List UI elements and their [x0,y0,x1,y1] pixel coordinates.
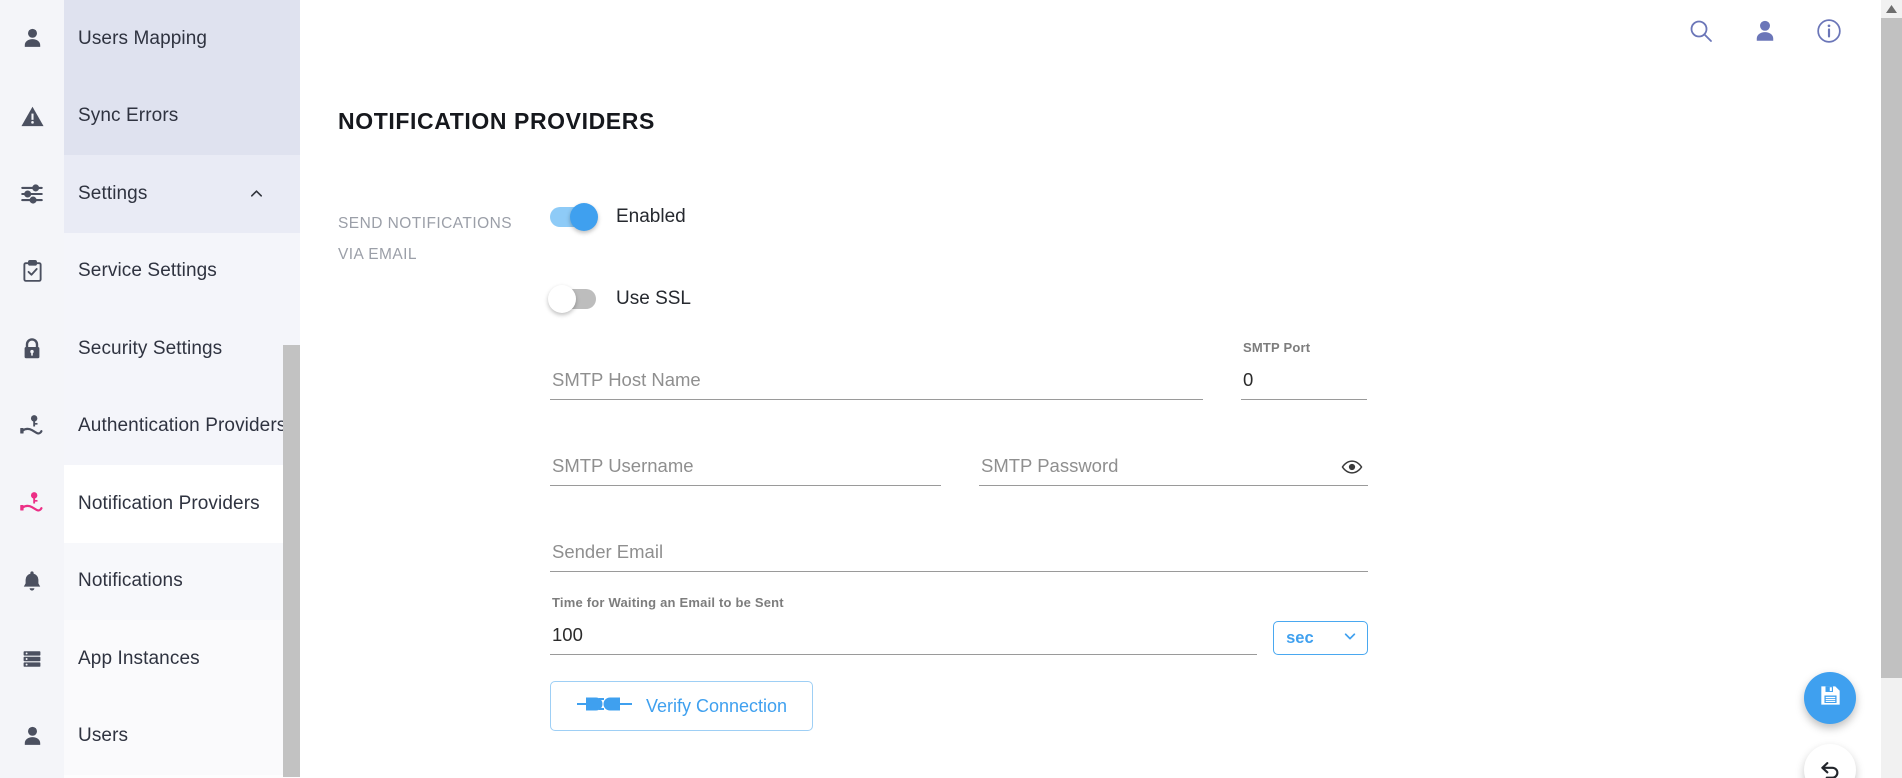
sidebar-item-label: Users Mapping [78,27,208,49]
enabled-toggle[interactable] [550,203,598,231]
sender-email-field[interactable]: Sender Email [550,532,1368,572]
sidebar-item-security-settings[interactable]: Security Settings [0,310,300,388]
smtp-port-label: SMTP Port [1243,340,1311,355]
sidebar-nav: Users Mapping Sync Errors Settings Servi… [0,0,300,775]
undo-fab[interactable] [1804,744,1856,778]
chevron-up-icon[interactable] [248,186,264,202]
server-icon [0,647,64,671]
time-unit-value: sec [1286,628,1314,647]
wait-time-field[interactable]: Time for Waiting an Email to be Sent 100 [550,595,1258,655]
clipboard-check-icon [0,259,64,284]
toggle-knob [548,285,576,313]
search-icon[interactable] [1686,16,1716,46]
wait-time-label: Time for Waiting an Email to be Sent [552,595,784,610]
main-content: NOTIFICATION PROVIDERS SEND NOTIFICATION… [300,0,1902,778]
sidebar-item-label: Users [78,725,129,747]
scroll-up-arrow-icon[interactable] [1881,0,1902,18]
sender-email-row: Sender Email [550,532,1368,572]
toggle-knob [570,203,598,231]
bell-icon [0,569,64,593]
lock-icon [0,337,64,361]
sidebar-item-label: Settings [78,182,148,204]
smtp-credentials-row: SMTP Username SMTP Password [550,446,1368,486]
verify-connection-label: Verify Connection [645,695,788,716]
sidebar-item-label: App Instances [78,647,200,669]
plug-connection-icon [576,693,638,720]
verify-connection-button[interactable]: Verify Connection [550,681,813,731]
user-account-icon[interactable] [1750,16,1780,46]
sidebar-item-label: Notification Providers [78,492,260,514]
use-ssl-toggle-label: Use SSL [616,288,691,309]
hand-bell-icon [0,490,64,517]
wait-time-value: 100 [552,624,583,645]
smtp-host-input[interactable] [550,360,1203,399]
sidebar-item-sync-errors[interactable]: Sync Errors [0,77,300,155]
sidebar-item-label: Sync Errors [78,105,179,127]
form-fields: Enabled Use SSL SMTP Host Name SMTP Port… [548,196,1368,731]
sidebar-item-label: Notifications [78,570,183,592]
user-icon [0,26,64,51]
sidebar: Users Mapping Sync Errors Settings Servi… [0,0,300,778]
smtp-port-field[interactable]: SMTP Port 0 [1241,340,1367,400]
sidebar-item-settings[interactable]: Settings [0,155,300,233]
sidebar-item-notification-providers[interactable]: Notification Providers [0,465,300,543]
floppy-disk-icon [1818,683,1843,713]
smtp-username-field[interactable]: SMTP Username [550,446,941,486]
sliders-icon [0,181,64,207]
smtp-username-input[interactable] [550,446,941,485]
sidebar-item-label: Authentication Providers [78,415,287,437]
eye-icon[interactable] [1340,455,1364,479]
undo-arrow-icon [1817,755,1843,778]
user-icon [0,724,64,749]
sidebar-item-notifications[interactable]: Notifications [0,542,300,620]
enabled-toggle-label: Enabled [616,206,686,227]
smtp-password-field[interactable]: SMTP Password [979,446,1368,486]
smtp-port-value: 0 [1243,369,1254,390]
app-root: Users Mapping Sync Errors Settings Servi… [0,0,1902,778]
page-title: NOTIFICATION PROVIDERS [338,108,655,134]
sidebar-item-app-instances[interactable]: App Instances [0,620,300,698]
sidebar-item-users-mapping[interactable]: Users Mapping [0,0,300,78]
sidebar-item-service-settings[interactable]: Service Settings [0,232,300,310]
sidebar-item-label: Service Settings [78,260,217,282]
browser-scrollbar-thumb[interactable] [1881,18,1902,678]
save-fab[interactable] [1804,672,1856,724]
smtp-host-field[interactable]: SMTP Host Name [550,360,1203,400]
time-unit-select[interactable]: sec [1273,621,1368,655]
chevron-down-icon [1343,629,1357,648]
smtp-password-input[interactable] [979,446,1368,485]
warning-triangle-icon [0,104,64,129]
sender-email-input[interactable] [550,532,1368,571]
section-label: SEND NOTIFICATIONS VIA EMAIL [338,215,513,263]
use-ssl-toggle[interactable] [548,285,596,313]
hand-key-icon [0,413,64,440]
smtp-host-port-row: SMTP Host Name SMTP Port 0 [550,340,1368,400]
sidebar-scrollbar-thumb[interactable] [283,345,300,777]
browser-scrollbar[interactable] [1881,0,1902,778]
enabled-toggle-row: Enabled [550,196,1368,238]
wait-time-row: Time for Waiting an Email to be Sent 100… [550,595,1368,655]
sidebar-item-authentication-providers[interactable]: Authentication Providers [0,387,300,465]
sidebar-item-label: Security Settings [78,337,223,359]
sidebar-item-users[interactable]: Users [0,697,300,775]
top-bar [1686,0,1902,62]
ssl-toggle-row: Use SSL [548,278,1368,320]
info-icon[interactable] [1814,16,1844,46]
